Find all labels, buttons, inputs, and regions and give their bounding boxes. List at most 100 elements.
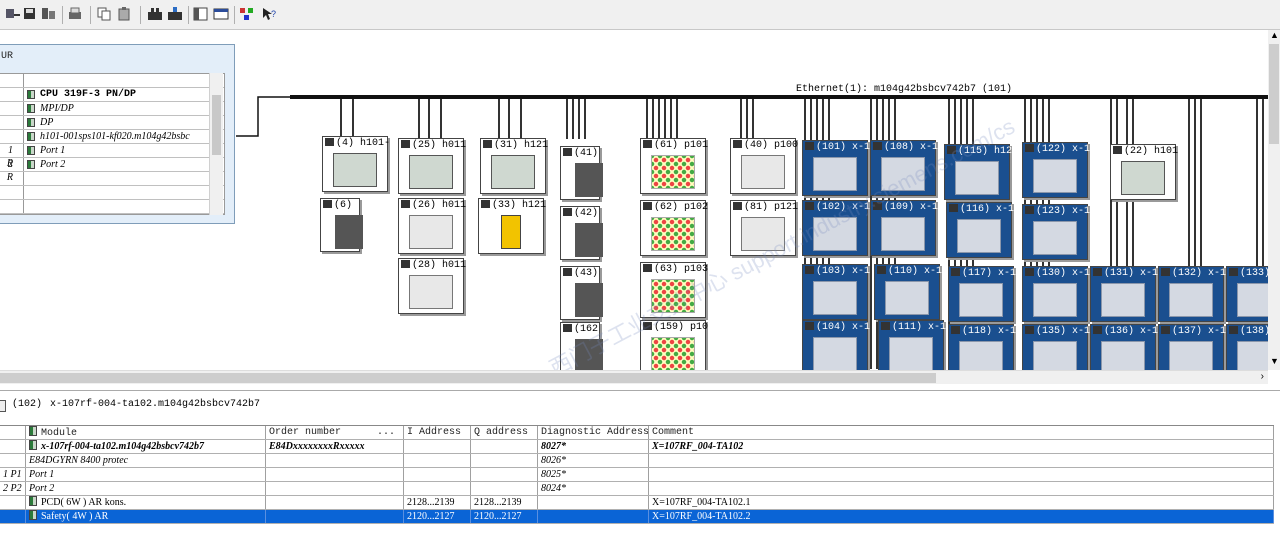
network-device[interactable]: (118) x-1 — [948, 324, 1016, 370]
vertical-scrollbar-thumb[interactable] — [1269, 44, 1279, 144]
device-image-icon — [813, 157, 857, 191]
module-table: Module Order number... I Address Q addre… — [0, 425, 1274, 524]
column-header-i-address[interactable]: I Address — [404, 426, 471, 439]
download-icon[interactable] — [4, 6, 22, 22]
table-row[interactable]: Safety( 4W ) AR 2120...2127 2120...2127 X=1… — [0, 510, 1274, 524]
network-device[interactable]: (28) h011 — [398, 258, 466, 314]
cell-module: E84DGYRN 8400 protec — [26, 454, 266, 467]
cell-module: x-107rf-004-ta102.m104g42bsbcv742b7 — [26, 440, 266, 453]
table-row[interactable]: x-107rf-004-ta102.m104g42bsbcv742b7 E84Dx… — [0, 440, 1274, 454]
cell-text: 2120...2127 — [474, 511, 522, 522]
network-device[interactable]: (43) — [560, 266, 603, 320]
network-device[interactable]: (136) x-1 — [1090, 324, 1158, 370]
module-icon — [29, 440, 37, 450]
network-device[interactable]: (33) h121 — [478, 198, 546, 254]
ethernet-bus[interactable] — [290, 95, 1268, 99]
save-icon[interactable] — [22, 6, 40, 22]
network-device[interactable]: (61) p101 — [640, 138, 708, 194]
device-image-icon — [575, 283, 603, 317]
network-device[interactable]: (4) h101- — [322, 136, 390, 192]
network-device[interactable]: (103) x-1 — [802, 264, 870, 320]
network-device[interactable]: (135) x-1 — [1022, 324, 1090, 370]
network-vertical-scrollbar[interactable]: ▲ ▼ — [1268, 30, 1280, 370]
device-image-icon — [881, 217, 925, 251]
table-row[interactable]: 2 P2 Port 2 8024* — [0, 482, 1274, 496]
bus-connection-line — [584, 99, 586, 139]
upload-icon[interactable] — [166, 6, 184, 22]
network-device[interactable]: (138) — [1226, 324, 1268, 370]
cell-text: 2128...2139 — [474, 497, 522, 508]
cell-text: 2 P2 — [3, 483, 22, 494]
table-row[interactable]: E84DGYRN 8400 protec 8026* — [0, 454, 1274, 468]
column-header-module[interactable]: Module — [26, 426, 266, 439]
network-device[interactable]: (137) x-1 — [1158, 324, 1226, 370]
paste-icon[interactable] — [116, 6, 134, 22]
table-row[interactable]: 1 P1 Port 1 8025* — [0, 468, 1274, 482]
cell-text: X=107RF_004-TA102 — [652, 441, 744, 452]
device-image-icon — [889, 337, 933, 370]
network-device[interactable]: (40) p100 — [730, 138, 798, 194]
cell-text: X=107RF_004-TA102.2 — [652, 511, 751, 522]
bus-connection-line — [340, 99, 342, 139]
accessible-nodes-icon[interactable] — [146, 6, 164, 22]
copy-icon[interactable] — [96, 6, 114, 22]
network-device[interactable]: (110) x-1 — [874, 264, 942, 320]
device-image-icon — [885, 281, 929, 315]
network-device[interactable]: (41) — [560, 146, 603, 200]
network-device[interactable]: (6) — [320, 198, 363, 252]
network-device[interactable]: (123) x-1 — [1022, 204, 1090, 260]
network-device[interactable]: (31) h121 — [480, 138, 548, 194]
device-label: (81) p121 — [733, 202, 798, 213]
bus-connection-line — [572, 99, 574, 139]
device-label: (22) h101 — [1113, 146, 1178, 157]
help-icon[interactable]: ? — [260, 6, 278, 22]
compile-icon[interactable] — [40, 6, 58, 22]
rack-icon[interactable] — [212, 6, 230, 22]
device-label: (42) — [563, 208, 598, 219]
network-device[interactable]: (116) x-1 — [946, 202, 1014, 258]
column-header-q-address[interactable]: Q address — [471, 426, 538, 439]
device-image-icon — [959, 341, 1003, 370]
cell-order — [266, 468, 404, 481]
network-device[interactable]: (132) x-1 — [1158, 266, 1226, 322]
scroll-up-icon[interactable]: ▲ — [1270, 30, 1279, 40]
network-icon[interactable] — [238, 6, 256, 22]
column-header-order-number[interactable]: Order number... — [266, 426, 404, 439]
network-device[interactable]: (131) x-1 — [1090, 266, 1158, 322]
network-device[interactable]: (111) x-1 — [878, 320, 946, 370]
cell-diag — [538, 496, 649, 509]
device-label: (31) h121 — [483, 140, 548, 151]
device-label: (131) x-1 — [1093, 268, 1158, 279]
network-device[interactable]: (122) x-1 — [1022, 142, 1090, 198]
scroll-down-icon[interactable]: ▼ — [1270, 356, 1279, 366]
device-label: (132) x-1 — [1161, 268, 1226, 279]
network-device[interactable]: (130) x-1 — [1022, 266, 1090, 322]
cell-i: 2128...2139 — [404, 496, 471, 509]
catalog-icon[interactable] — [192, 6, 210, 22]
device-image-icon — [651, 155, 695, 189]
table-row[interactable]: PCD( 6W ) AR kons. 2128...2139 2128...2139… — [0, 496, 1274, 510]
column-header-comment[interactable]: Comment — [649, 426, 1274, 439]
device-label: (28) h011 — [401, 260, 466, 271]
network-device[interactable]: (104) x-1 — [802, 320, 870, 370]
cell-order — [266, 496, 404, 509]
network-device[interactable]: (42) — [560, 206, 603, 260]
network-horizontal-scrollbar[interactable]: › — [0, 370, 1268, 384]
scroll-right-icon[interactable]: › — [1261, 371, 1264, 382]
device-label: (110) x-1 — [877, 266, 942, 277]
print-icon[interactable] — [66, 6, 84, 22]
order-number-more-button[interactable]: ... — [377, 426, 395, 439]
network-device[interactable]: (26) h011 — [398, 198, 466, 254]
network-device[interactable]: (22) h101 — [1110, 144, 1178, 200]
network-device[interactable]: (133) — [1226, 266, 1268, 322]
device-image-icon — [813, 281, 857, 315]
column-header-diagnostic-address[interactable]: Diagnostic Address — [538, 426, 649, 439]
network-device[interactable]: (62) p102 — [640, 200, 708, 256]
network-view: UR CPU 319F-3 PN/DP MPI/DP DP h101-001sp… — [0, 30, 1268, 370]
horizontal-scrollbar-thumb[interactable] — [0, 373, 936, 383]
network-device[interactable]: (25) h011 — [398, 138, 466, 194]
cell-slot — [0, 510, 26, 523]
device-label: (6) — [323, 200, 352, 211]
network-device[interactable]: (117) x-1 — [948, 266, 1016, 322]
cell-diag: 8025* — [538, 468, 649, 481]
